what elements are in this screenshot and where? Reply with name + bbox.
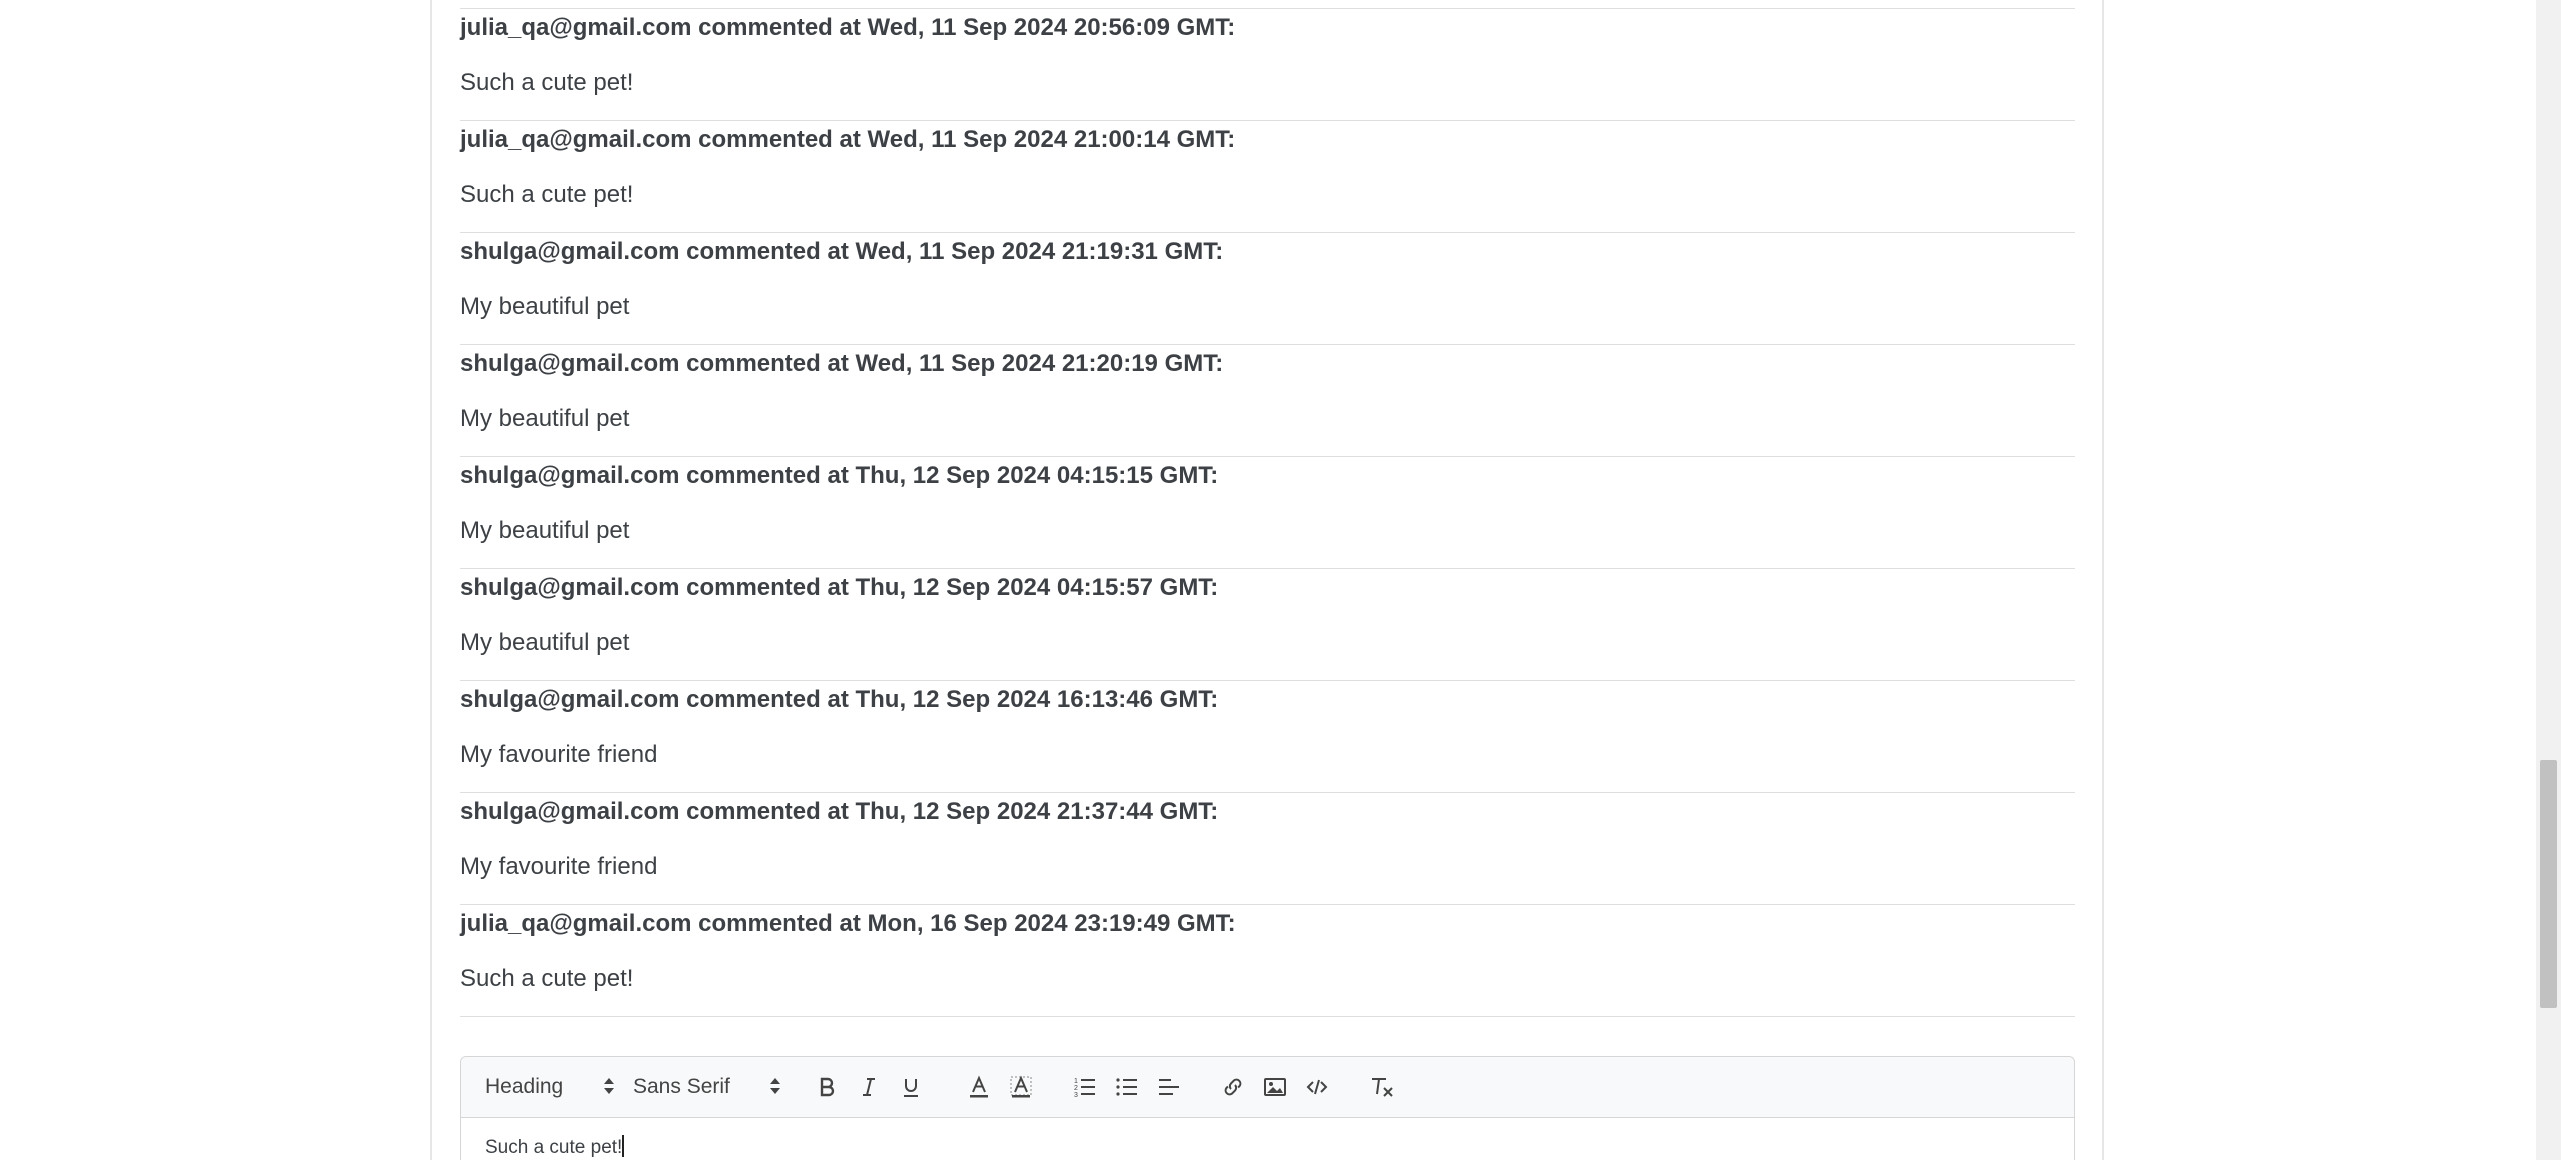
picker-arrows-icon <box>770 1078 780 1094</box>
editor-text: Such a cute pet! <box>485 1137 623 1158</box>
comment-editor: Heading Sans Serif 1 2 3 Such a cute pet… <box>460 1056 2075 1160</box>
comment-text: Such a cute pet! <box>460 965 634 992</box>
comments-list: julia_qa@gmail.com commented at Wed, 11 … <box>460 8 2075 1017</box>
comment-item: shulga@gmail.com commented at Thu, 12 Se… <box>460 457 2075 569</box>
comment-text: My favourite friend <box>460 741 658 768</box>
scrollbar-thumb[interactable] <box>2540 760 2557 1008</box>
bullet-list-button[interactable] <box>1115 1071 1139 1103</box>
comment-text: Such a cute pet! <box>460 69 634 96</box>
comment-text: My favourite friend <box>460 853 658 880</box>
text-caret <box>622 1135 625 1157</box>
comment-header: shulga@gmail.com commented at Wed, 11 Se… <box>460 238 1224 265</box>
underline-button[interactable] <box>899 1071 923 1103</box>
comment-item: shulga@gmail.com commented at Wed, 11 Se… <box>460 345 2075 457</box>
heading-picker[interactable]: Heading <box>485 1071 615 1103</box>
comment-header: shulga@gmail.com commented at Thu, 12 Se… <box>460 686 1219 713</box>
comment-header: shulga@gmail.com commented at Wed, 11 Se… <box>460 350 1224 377</box>
ordered-list-button[interactable]: 1 2 3 <box>1073 1071 1097 1103</box>
page: julia_qa@gmail.com commented at Wed, 11 … <box>0 0 2561 1160</box>
comment-header: shulga@gmail.com commented at Thu, 12 Se… <box>460 574 1219 601</box>
comment-text: My beautiful pet <box>460 405 630 432</box>
clear-format-button[interactable] <box>1369 1071 1395 1103</box>
comment-item: julia_qa@gmail.com commented at Mon, 16 … <box>460 905 2075 1017</box>
italic-button[interactable] <box>857 1071 881 1103</box>
align-icon <box>1159 1079 1179 1095</box>
code-button[interactable] <box>1305 1071 1329 1103</box>
image-icon <box>1264 1078 1286 1096</box>
link-button[interactable] <box>1221 1071 1245 1103</box>
comment-item: shulga@gmail.com commented at Thu, 12 Se… <box>460 569 2075 681</box>
heading-picker-label: Heading <box>485 1075 564 1098</box>
comment-text: My beautiful pet <box>460 629 630 656</box>
comment-header: shulga@gmail.com commented at Thu, 12 Se… <box>460 462 1219 489</box>
align-picker[interactable] <box>1157 1071 1181 1103</box>
comment-header: julia_qa@gmail.com commented at Wed, 11 … <box>460 126 1236 153</box>
comment-header: shulga@gmail.com commented at Thu, 12 Se… <box>460 798 1219 825</box>
comment-item: shulga@gmail.com commented at Thu, 12 Se… <box>460 793 2075 905</box>
image-button[interactable] <box>1263 1071 1287 1103</box>
text-color-icon <box>970 1075 988 1098</box>
bullet-list-icon <box>1116 1078 1137 1096</box>
comment-text: My beautiful pet <box>460 517 630 544</box>
editor-toolbar: Heading Sans Serif 1 2 3 <box>461 1057 2074 1118</box>
text-color-picker[interactable] <box>967 1071 991 1103</box>
background-color-icon <box>1010 1075 1032 1098</box>
italic-icon <box>863 1078 875 1096</box>
svg-text:1: 1 <box>1074 1078 1078 1085</box>
ordered-list-icon: 1 2 3 <box>1074 1078 1095 1099</box>
comment-item: julia_qa@gmail.com commented at Wed, 11 … <box>460 121 2075 233</box>
svg-text:3: 3 <box>1074 1092 1078 1099</box>
comment-header: julia_qa@gmail.com commented at Wed, 11 … <box>460 14 1236 41</box>
font-picker[interactable]: Sans Serif <box>633 1071 781 1103</box>
bold-icon <box>820 1077 835 1097</box>
editor-text-area[interactable]: Such a cute pet! <box>485 1135 625 1159</box>
link-icon <box>1224 1078 1242 1096</box>
comment-text: My beautiful pet <box>460 293 630 320</box>
comment-item: shulga@gmail.com commented at Thu, 12 Se… <box>460 681 2075 793</box>
font-picker-label: Sans Serif <box>633 1075 730 1098</box>
svg-text:2: 2 <box>1074 1085 1078 1092</box>
comment-item: shulga@gmail.com commented at Wed, 11 Se… <box>460 233 2075 345</box>
comment-item: julia_qa@gmail.com commented at Wed, 11 … <box>460 9 2075 121</box>
bold-button[interactable] <box>815 1071 839 1103</box>
underline-icon <box>904 1079 918 1097</box>
background-color-picker[interactable] <box>1009 1071 1033 1103</box>
comment-text: Such a cute pet! <box>460 181 634 208</box>
picker-arrows-icon <box>604 1078 614 1094</box>
code-icon <box>1306 1079 1328 1095</box>
comment-header: julia_qa@gmail.com commented at Mon, 16 … <box>460 910 1236 937</box>
clear-format-icon <box>1372 1078 1393 1097</box>
